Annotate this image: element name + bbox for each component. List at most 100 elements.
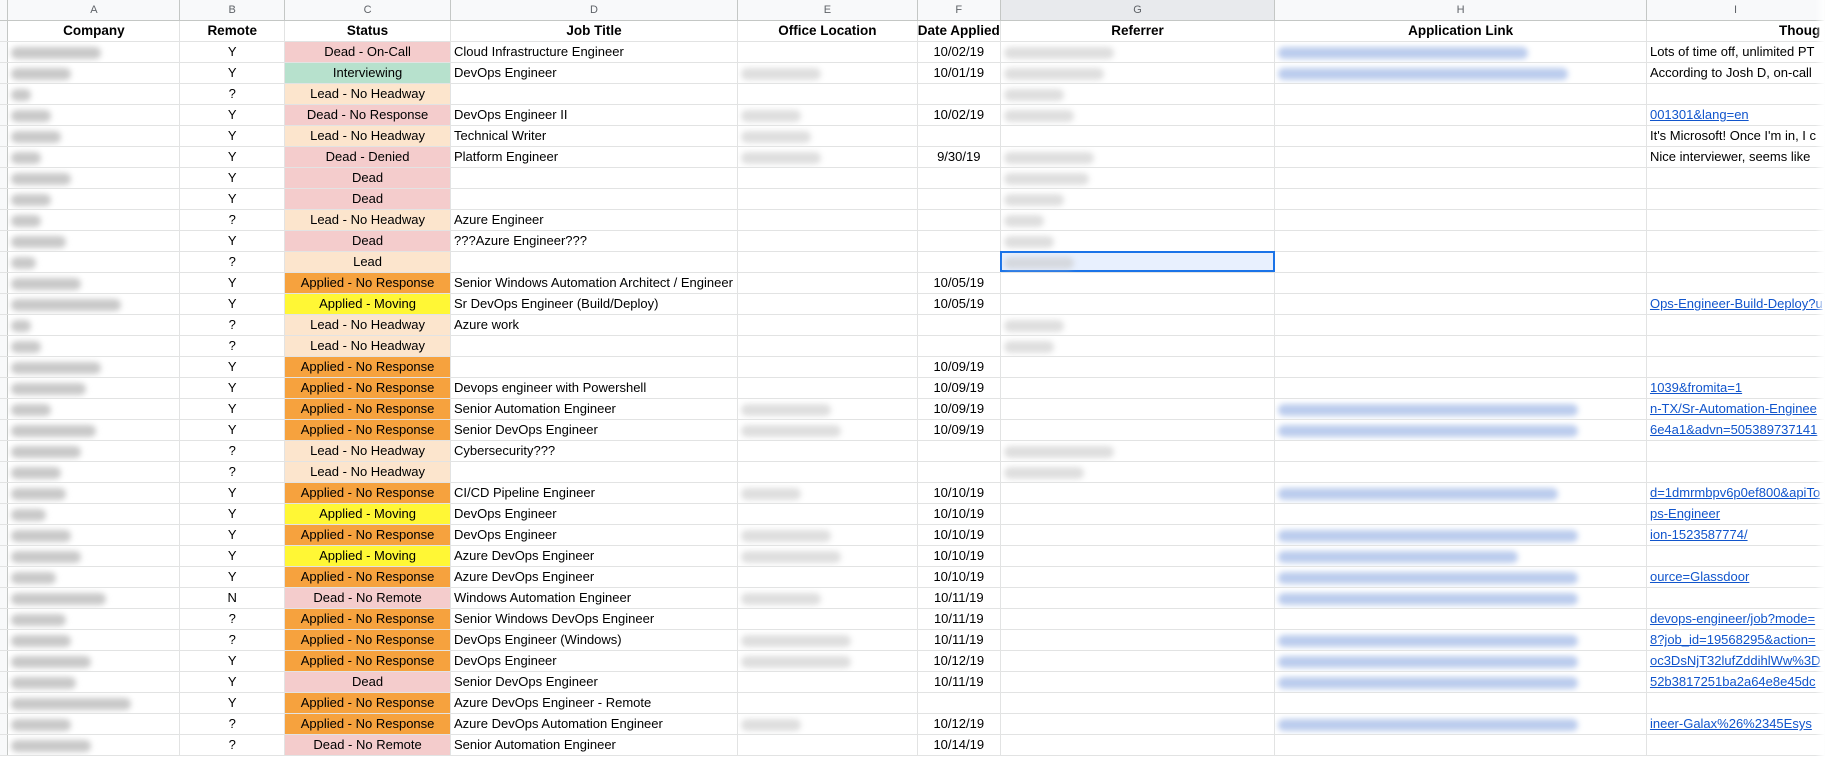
remote-cell[interactable]: Y — [179, 482, 286, 504]
row-number[interactable] — [0, 608, 9, 630]
column-header-g[interactable]: G — [1000, 0, 1276, 21]
thoughts-cell[interactable]: 001301&lang=en — [1646, 104, 1825, 126]
row-number[interactable] — [0, 293, 9, 315]
job-title-cell[interactable]: Devops engineer with Powershell — [450, 377, 738, 399]
office-location-cell[interactable] — [737, 482, 918, 504]
thoughts-cell[interactable]: ps-Engineer — [1646, 503, 1825, 525]
application-link-cell[interactable] — [1274, 62, 1647, 84]
remote-cell[interactable]: Y — [179, 62, 286, 84]
header-company[interactable]: Company — [7, 20, 181, 42]
job-title-cell[interactable]: DevOps Engineer II — [450, 104, 738, 126]
status-cell[interactable]: Dead - No Remote — [284, 587, 451, 609]
status-cell[interactable]: Lead - No Headway — [284, 440, 451, 462]
company-cell[interactable] — [7, 188, 181, 210]
company-cell[interactable] — [7, 629, 181, 651]
remote-cell[interactable]: ? — [179, 440, 286, 462]
row-number[interactable] — [0, 587, 9, 609]
company-cell[interactable] — [7, 335, 181, 357]
office-location-cell[interactable] — [737, 335, 918, 357]
job-title-cell[interactable] — [450, 356, 738, 378]
status-cell[interactable]: Applied - No Response — [284, 629, 451, 651]
status-cell[interactable]: Interviewing — [284, 62, 451, 84]
thoughts-cell[interactable] — [1646, 587, 1825, 609]
office-location-cell[interactable] — [737, 125, 918, 147]
row-number[interactable] — [0, 83, 9, 105]
remote-cell[interactable]: Y — [179, 524, 286, 546]
thoughts-cell[interactable]: ion-1523587774/ — [1646, 524, 1825, 546]
row-number[interactable] — [0, 41, 9, 63]
date-applied-cell[interactable]: 9/30/19 — [917, 146, 1001, 168]
job-title-cell[interactable] — [450, 167, 738, 189]
job-title-cell[interactable]: Technical Writer — [450, 125, 738, 147]
company-cell[interactable] — [7, 209, 181, 231]
status-cell[interactable]: Applied - No Response — [284, 713, 451, 735]
company-cell[interactable] — [7, 62, 181, 84]
referrer-cell[interactable] — [1000, 41, 1276, 63]
thoughts-cell[interactable]: 8?job_id=19568295&action= — [1646, 629, 1825, 651]
office-location-cell[interactable] — [737, 524, 918, 546]
header-application-link[interactable]: Application Link — [1274, 20, 1647, 42]
date-applied-cell[interactable] — [917, 83, 1001, 105]
referrer-cell[interactable] — [1000, 167, 1276, 189]
status-cell[interactable]: Applied - Moving — [284, 545, 451, 567]
company-cell[interactable] — [7, 692, 181, 714]
remote-cell[interactable]: Y — [179, 566, 286, 588]
office-location-cell[interactable] — [737, 545, 918, 567]
row-number[interactable] — [0, 713, 9, 735]
header-office-location[interactable]: Office Location — [737, 20, 918, 42]
remote-cell[interactable]: Y — [179, 545, 286, 567]
thoughts-cell[interactable]: 1039&fromita=1 — [1646, 377, 1825, 399]
status-cell[interactable]: Dead — [284, 167, 451, 189]
referrer-cell[interactable] — [1000, 692, 1276, 714]
thoughts-cell[interactable] — [1646, 356, 1825, 378]
company-cell[interactable] — [7, 566, 181, 588]
office-location-cell[interactable] — [737, 62, 918, 84]
referrer-cell[interactable] — [1000, 503, 1276, 525]
thoughts-cell[interactable] — [1646, 188, 1825, 210]
application-link[interactable]: devops-engineer/job?mode= — [1650, 611, 1815, 626]
office-location-cell[interactable] — [737, 314, 918, 336]
status-cell[interactable]: Applied - No Response — [284, 356, 451, 378]
column-header-a[interactable]: A — [7, 0, 181, 21]
thoughts-cell[interactable] — [1646, 461, 1825, 483]
application-link[interactable]: Ops-Engineer-Build-Deploy?u — [1650, 296, 1823, 311]
company-cell[interactable] — [7, 482, 181, 504]
remote-cell[interactable]: Y — [179, 41, 286, 63]
thoughts-cell[interactable]: n-TX/Sr-Automation-Enginee — [1646, 398, 1825, 420]
remote-cell[interactable]: N — [179, 587, 286, 609]
job-title-cell[interactable]: DevOps Engineer — [450, 503, 738, 525]
remote-cell[interactable]: Y — [179, 503, 286, 525]
job-title-cell[interactable]: Azure Engineer — [450, 209, 738, 231]
office-location-cell[interactable] — [737, 440, 918, 462]
row-number[interactable] — [0, 482, 9, 504]
company-cell[interactable] — [7, 146, 181, 168]
company-cell[interactable] — [7, 545, 181, 567]
status-cell[interactable]: Applied - No Response — [284, 482, 451, 504]
date-applied-cell[interactable] — [917, 188, 1001, 210]
remote-cell[interactable]: ? — [179, 734, 286, 756]
referrer-cell[interactable] — [1000, 713, 1276, 735]
application-link[interactable]: ineer-Galax%26%2345Esys — [1650, 716, 1812, 731]
company-cell[interactable] — [7, 251, 181, 273]
application-link[interactable]: 6e4a1&advn=505389737141 — [1650, 422, 1817, 437]
referrer-cell[interactable] — [1000, 461, 1276, 483]
office-location-cell[interactable] — [737, 671, 918, 693]
date-applied-cell[interactable]: 10/05/19 — [917, 272, 1001, 294]
application-link-cell[interactable] — [1274, 272, 1647, 294]
job-title-cell[interactable]: Platform Engineer — [450, 146, 738, 168]
remote-cell[interactable]: Y — [179, 419, 286, 441]
status-cell[interactable]: Applied - No Response — [284, 650, 451, 672]
date-applied-cell[interactable] — [917, 314, 1001, 336]
header-status[interactable]: Status — [284, 20, 451, 42]
referrer-cell[interactable] — [1000, 272, 1276, 294]
date-applied-cell[interactable]: 10/05/19 — [917, 293, 1001, 315]
application-link-cell[interactable] — [1274, 692, 1647, 714]
date-applied-cell[interactable]: 10/01/19 — [917, 62, 1001, 84]
row-number[interactable] — [0, 20, 9, 42]
company-cell[interactable] — [7, 734, 181, 756]
company-cell[interactable] — [7, 356, 181, 378]
status-cell[interactable]: Applied - No Response — [284, 272, 451, 294]
remote-cell[interactable]: Y — [179, 356, 286, 378]
row-number[interactable] — [0, 419, 9, 441]
row-number[interactable] — [0, 566, 9, 588]
